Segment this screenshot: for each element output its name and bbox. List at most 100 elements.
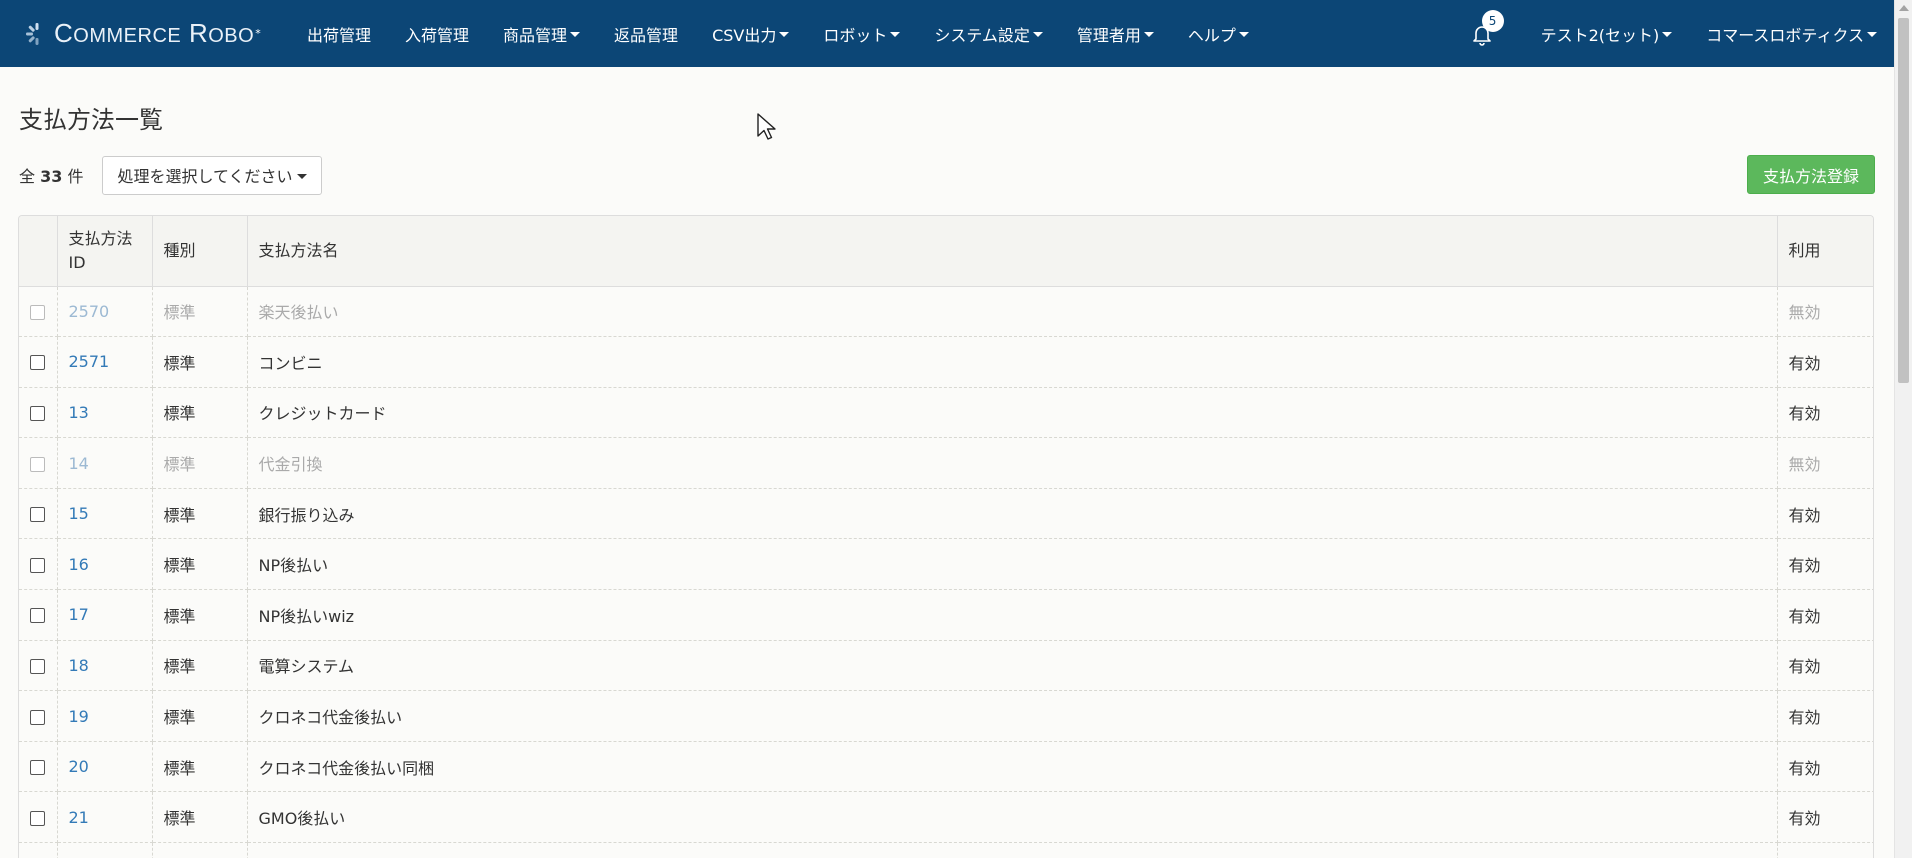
register-payment-method-button[interactable]: 支払方法登録 [1746,155,1875,194]
column-header-type[interactable]: 種別 [152,216,248,287]
page-scrollbar[interactable] [1894,0,1912,858]
payment-method-id-link[interactable]: 14 [69,454,89,473]
brand-logo[interactable]: COMMERCE ROBO * [0,0,290,67]
nav-item-6[interactable]: システム設定 [917,0,1060,67]
table-row: 2570 標準 楽天後払い 無効 [19,286,1873,338]
cell-name: GMO後払い同梱 [247,842,1778,858]
payment-method-id-link[interactable]: 18 [69,656,89,675]
row-checkbox[interactable] [30,507,45,523]
notifications-button[interactable]: 5 [1470,9,1504,46]
cell-status: 有効 [1777,488,1873,540]
nav-item-7[interactable]: 管理者用 [1060,0,1171,67]
record-count-suffix: 件 [67,167,84,186]
nav-item-label: 出荷管理 [307,25,372,45]
payment-method-id-link[interactable]: 2571 [69,352,110,371]
row-checkbox[interactable] [30,355,45,371]
nav-item-3[interactable]: 返品管理 [597,0,695,67]
brand-logo-icon [26,22,39,45]
row-checkbox-cell [19,336,58,388]
table-row: 22標準GMO後払い同梱有効 [19,842,1873,858]
cell-status: 有効 [1777,842,1873,858]
row-checkbox[interactable] [30,557,45,573]
payment-method-id-link[interactable]: 2570 [69,302,110,321]
page-title: 支払方法一覧 [19,106,163,134]
row-checkbox[interactable] [30,456,45,472]
row-checkbox[interactable] [30,608,45,624]
column-header-status[interactable]: 利用 [1777,216,1873,287]
company-menu[interactable]: コマースロボティクス [1689,0,1894,67]
cell-type: 標準 [152,336,248,388]
cell-id: 20 [57,741,153,793]
row-checkbox-cell [19,488,58,540]
row-checkbox[interactable] [30,810,45,826]
table-body: 2570 標準 楽天後払い 無効 2571 標準 コンビニ 有効 13 標準 クレジットカード 有効 1… [19,286,1873,858]
bulk-action-select[interactable]: 処理を選択してください [102,155,322,195]
nav-right: 5 テスト2(セット) コマースロボティクス [1470,0,1894,67]
nav-item-0[interactable]: 出荷管理 [290,0,388,67]
row-checkbox-cell [19,690,58,742]
nav-item-2[interactable]: 商品管理 [486,0,597,67]
payment-methods-table: 支払方法ID 種別 支払方法名 利用 2570 標準 楽天後払い 無効 2571 標準 コン… [18,215,1874,858]
record-count-value: 33 [40,167,63,186]
cell-id: 2570 [57,286,153,338]
nav-item-label: ヘルプ [1187,25,1236,45]
nav-item-1[interactable]: 入荷管理 [388,0,486,67]
cell-type: 標準 [152,690,248,742]
row-checkbox-cell [19,791,58,844]
cell-type: 標準 [152,538,248,591]
payment-method-id-link[interactable]: 21 [69,808,89,827]
chevron-down-icon [890,32,901,37]
payment-method-id-link[interactable]: 16 [69,555,89,574]
notification-count-badge: 5 [1481,9,1504,32]
chevron-down-icon [779,32,790,37]
account-menu[interactable]: テスト2(セット) [1524,0,1690,67]
table-row: 17 標準 NP後払いwiz 有効 [19,589,1873,641]
payment-method-id-link[interactable]: 15 [69,504,89,523]
cell-name: 電算システム [247,640,1778,692]
brand-mark: * [255,27,262,40]
payment-method-id-link[interactable]: 17 [69,605,89,624]
cell-status: 有効 [1777,589,1873,641]
nav-item-label: ロボット [823,25,888,45]
payment-method-id-link[interactable]: 20 [69,757,89,776]
row-checkbox-cell [19,286,58,338]
cell-name: クレジットカード [247,387,1778,439]
cell-status: 有効 [1777,791,1873,844]
cell-id: 14 [57,437,153,489]
payment-method-id-link[interactable]: 13 [69,403,89,422]
cell-id: 15 [57,488,153,540]
nav-item-8[interactable]: ヘルプ [1171,0,1266,67]
scrollbar-thumb[interactable] [1898,18,1909,383]
payment-method-id-link[interactable]: 19 [69,707,89,726]
cell-status: 有効 [1777,538,1873,591]
row-checkbox-cell [19,589,58,641]
cell-type: 標準 [152,286,248,338]
row-checkbox[interactable] [30,658,45,674]
cell-id: 18 [57,640,153,692]
row-checkbox[interactable] [30,760,45,776]
row-checkbox-cell [19,538,58,591]
cell-status: 無効 [1777,286,1873,338]
cell-status: 有効 [1777,336,1873,388]
mouse-pointer-icon [757,113,776,140]
table-row: 15 標準 銀行振り込み 有効 [19,488,1873,540]
row-checkbox[interactable] [30,304,45,320]
chevron-down-icon [1662,32,1673,37]
cell-id: 2571 [57,336,153,388]
table-row: 19 標準 クロネコ代金後払い 有効 [19,690,1873,742]
column-header-name[interactable]: 支払方法名 [247,216,1778,287]
cell-id: 22 [57,842,153,858]
column-header-id[interactable]: 支払方法ID [57,216,153,287]
company-menu-label: コマースロボティクス [1706,25,1864,45]
scroll-up-arrow-icon[interactable] [1899,5,1909,11]
row-checkbox[interactable] [30,405,45,421]
cell-name: クロネコ代金後払い同梱 [247,741,1778,793]
table-row: 18 標準 電算システム 有効 [19,640,1873,692]
row-checkbox[interactable] [30,709,45,725]
nav-item-label: 入荷管理 [405,25,470,45]
nav-item-4[interactable]: CSV出力 [695,0,806,67]
chevron-down-icon [1143,32,1154,37]
table-header-row: 支払方法ID 種別 支払方法名 利用 [19,216,1873,287]
nav-item-5[interactable]: ロボット [806,0,917,67]
cell-type: 標準 [152,640,248,692]
